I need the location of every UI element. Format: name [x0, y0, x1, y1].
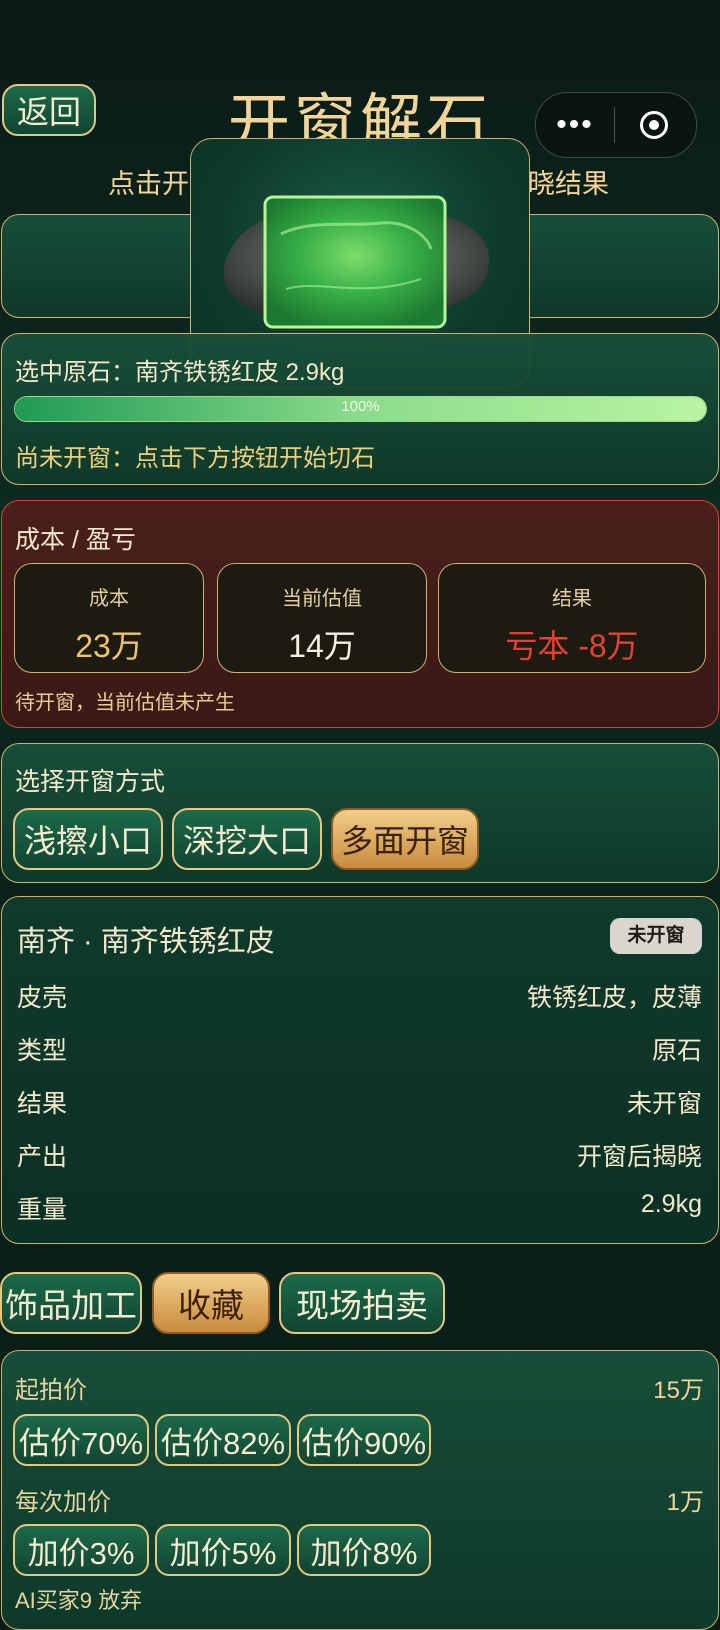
info-row: 类型 原石 [17, 1031, 702, 1067]
hint-text-left: 点击开 [108, 169, 189, 199]
start-price-option-82[interactable]: 估价82% [155, 1414, 291, 1466]
info-row-label: 产出 [17, 1143, 68, 1171]
auction-log-text: AI买家9 放弃 [15, 1588, 143, 1613]
hint-text-right: 晓结果 [528, 169, 609, 199]
result-stat-value: 亏本 -8万 [505, 628, 639, 664]
info-row: 皮壳 铁锈红皮，皮薄 [17, 978, 702, 1014]
increment-value: 1万 [666, 1489, 704, 1516]
tab-live-auction[interactable]: 现场拍卖 [279, 1272, 445, 1334]
increment-option-3[interactable]: 加价3% [13, 1524, 149, 1576]
progress-percent: 100% [341, 398, 380, 415]
cost-profit-title: 成本 / 盈亏 [15, 526, 136, 554]
info-row-value: 原石 [651, 1037, 702, 1065]
cost-stat: 成本 23万 [14, 563, 204, 673]
status-badge: 未开窗 [610, 918, 702, 954]
info-row-value: 2.9kg [640, 1190, 702, 1218]
stone-info-title: 南齐 · 南齐铁锈红皮 [17, 926, 275, 958]
method-option-multi[interactable]: 多面开窗 [331, 808, 479, 870]
selected-stone-label: 选中原石：南齐铁锈红皮 2.9kg [15, 359, 345, 386]
method-option-shallow[interactable]: 浅擦小口 [13, 808, 163, 870]
mini-program-capsule: ••• [535, 92, 697, 158]
result-stat: 结果 亏本 -8万 [438, 563, 706, 673]
start-price-value: 15万 [653, 1377, 704, 1404]
estimate-stat-label: 当前估值 [282, 588, 362, 610]
increment-option-8[interactable]: 加价8% [297, 1524, 431, 1576]
start-price-label: 起拍价 [15, 1377, 87, 1404]
start-price-option-90[interactable]: 估价90% [297, 1414, 431, 1466]
estimate-stat: 当前估值 14万 [217, 563, 427, 673]
increment-option-5[interactable]: 加价5% [155, 1524, 291, 1576]
result-stat-label: 结果 [552, 588, 592, 610]
cut-status-text: 尚未开窗：点击下方按钮开始切石 [15, 445, 375, 472]
method-option-deep[interactable]: 深挖大口 [172, 808, 322, 870]
estimate-stat-value: 14万 [288, 628, 356, 664]
info-row-label: 皮壳 [17, 984, 68, 1012]
tab-jewelry-processing[interactable]: 饰品加工 [0, 1272, 142, 1334]
open-method-title: 选择开窗方式 [15, 768, 166, 796]
target-icon [640, 111, 668, 139]
info-row: 产出 开窗后揭晓 [17, 1137, 702, 1173]
start-price-option-70[interactable]: 估价70% [13, 1414, 149, 1466]
cost-note: 待开窗，当前估值未产生 [15, 692, 235, 714]
cost-stat-value: 23万 [75, 628, 143, 664]
info-row-label: 结果 [17, 1090, 68, 1118]
close-mini-program-button[interactable] [615, 111, 693, 139]
info-row-value: 未开窗 [626, 1090, 702, 1118]
cost-stat-label: 成本 [89, 588, 129, 610]
more-menu-button[interactable]: ••• [536, 93, 614, 157]
info-row-label: 重量 [17, 1196, 68, 1224]
info-row-value: 开窗后揭晓 [576, 1143, 702, 1171]
info-row: 结果 未开窗 [17, 1084, 702, 1120]
tab-collect[interactable]: 收藏 [152, 1272, 270, 1334]
info-row-label: 类型 [17, 1037, 68, 1065]
info-row: 重量 2.9kg [17, 1190, 702, 1226]
info-row-value: 铁锈红皮，皮薄 [526, 984, 702, 1012]
increment-label: 每次加价 [15, 1489, 111, 1516]
